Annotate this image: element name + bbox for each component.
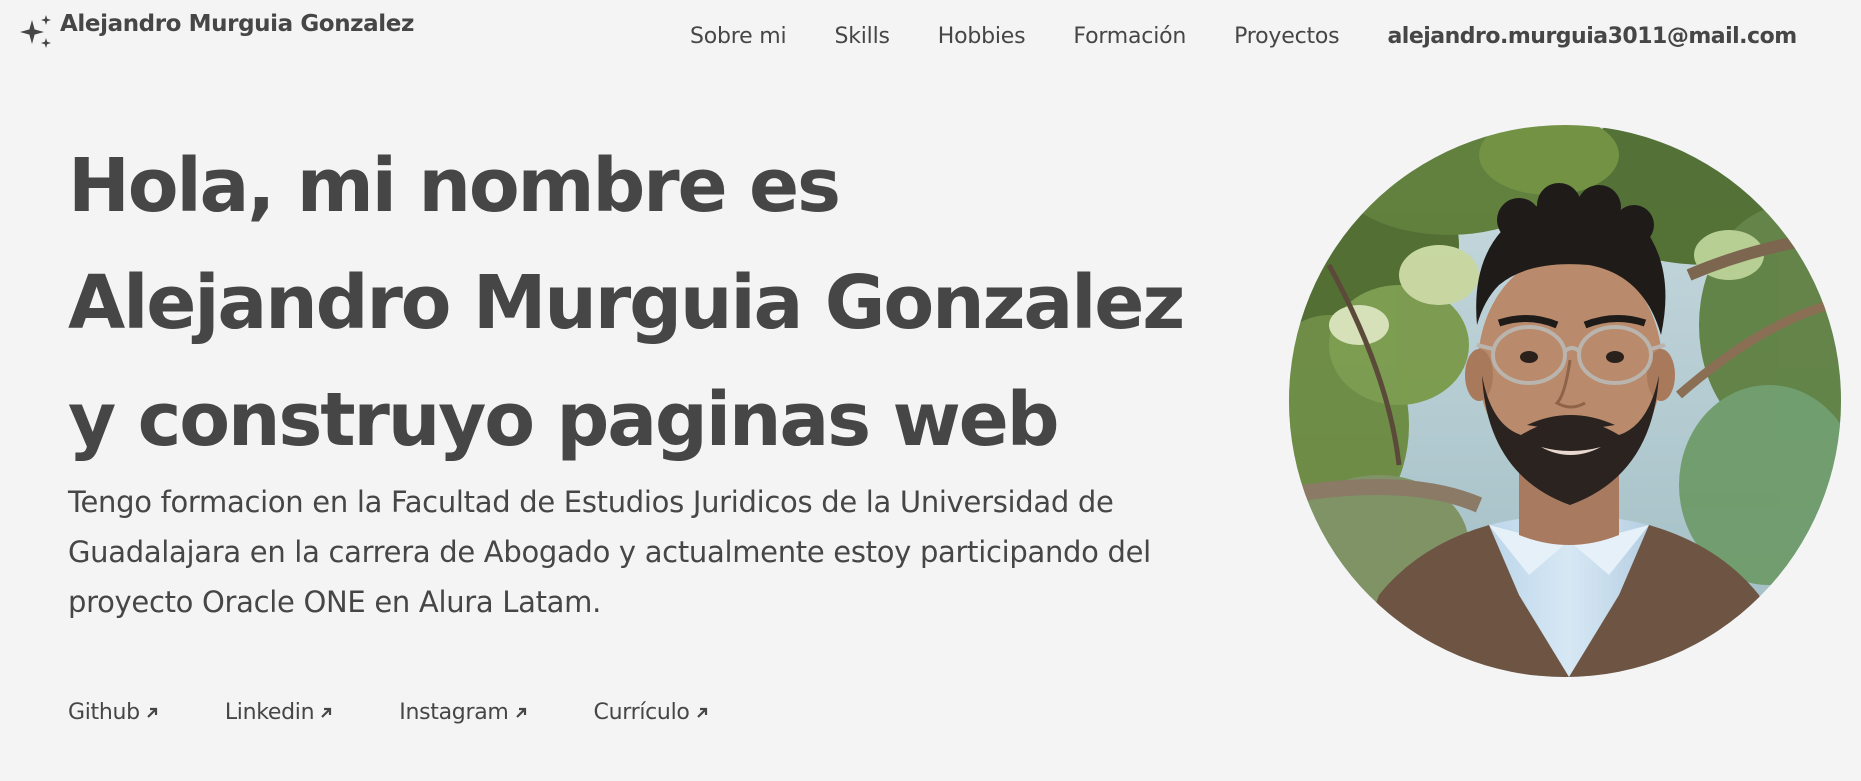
nav-item-formacion[interactable]: Formación (1073, 24, 1186, 49)
nav-item-sobre-mi[interactable]: Sobre mi (690, 24, 787, 49)
brand-name: Alejandro Murguia Gonzalez (60, 11, 414, 37)
profile-photo (1289, 125, 1841, 677)
nav-item-hobbies[interactable]: Hobbies (938, 24, 1026, 49)
hero-description: Tengo formacion en la Facultad de Estudi… (68, 485, 1151, 619)
email-link[interactable]: alejandro.murguia3011@mail.com (1387, 24, 1797, 49)
social-links: Github Linkedin Instagram Currículo (68, 700, 775, 725)
brand-logo-link[interactable]: Alejandro Murguia Gonzalez (18, 11, 414, 50)
linkedin-link-label: Linkedin (224, 700, 315, 725)
sparkles-icon (20, 15, 51, 48)
curriculo-link[interactable]: Currículo (594, 700, 709, 725)
github-link-label: Github (68, 700, 140, 725)
arrow-up-right-icon (147, 707, 157, 718)
arrow-up-right-icon (321, 707, 332, 718)
curriculo-link-label: Currículo (593, 700, 690, 725)
github-link[interactable]: Github (68, 700, 159, 725)
linkedin-link[interactable]: Linkedin (225, 700, 333, 725)
portfolio-page: Alejandro Murguia Gonzalez Sobre mi Skil… (0, 0, 1861, 781)
instagram-link-label: Instagram (399, 700, 509, 725)
nav-item-skills[interactable]: Skills (834, 24, 890, 49)
arrow-up-right-icon (515, 707, 526, 718)
instagram-link[interactable]: Instagram (399, 700, 527, 725)
main-nav: Sobre mi Skills Hobbies Formación Proyec… (690, 24, 1797, 49)
arrow-up-right-icon (696, 707, 707, 718)
nav-item-proyectos[interactable]: Proyectos (1234, 24, 1340, 49)
hero-title: Hola, mi nombre es Alejandro Murguia Gon… (68, 143, 1185, 463)
profile-photo-illustration (1289, 125, 1841, 677)
